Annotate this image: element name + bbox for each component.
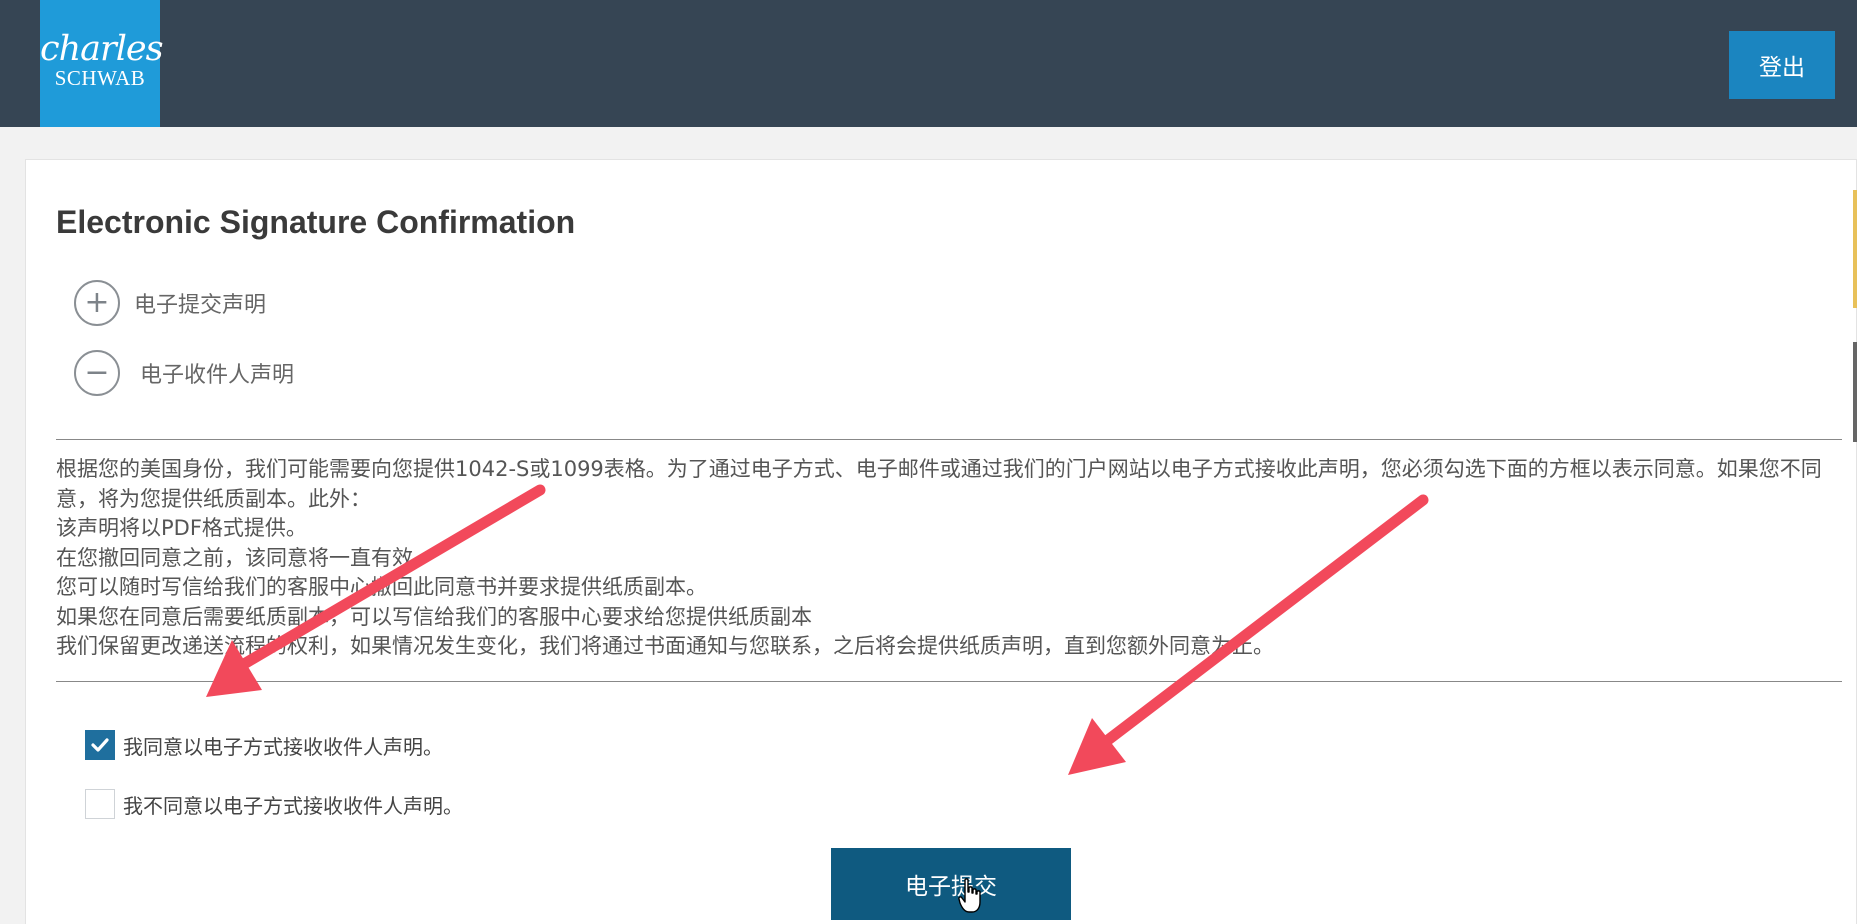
annotation-arrow-right [1068, 494, 1429, 775]
annotation-arrow-left [206, 484, 546, 697]
annotation-arrows [206, 484, 1429, 775]
